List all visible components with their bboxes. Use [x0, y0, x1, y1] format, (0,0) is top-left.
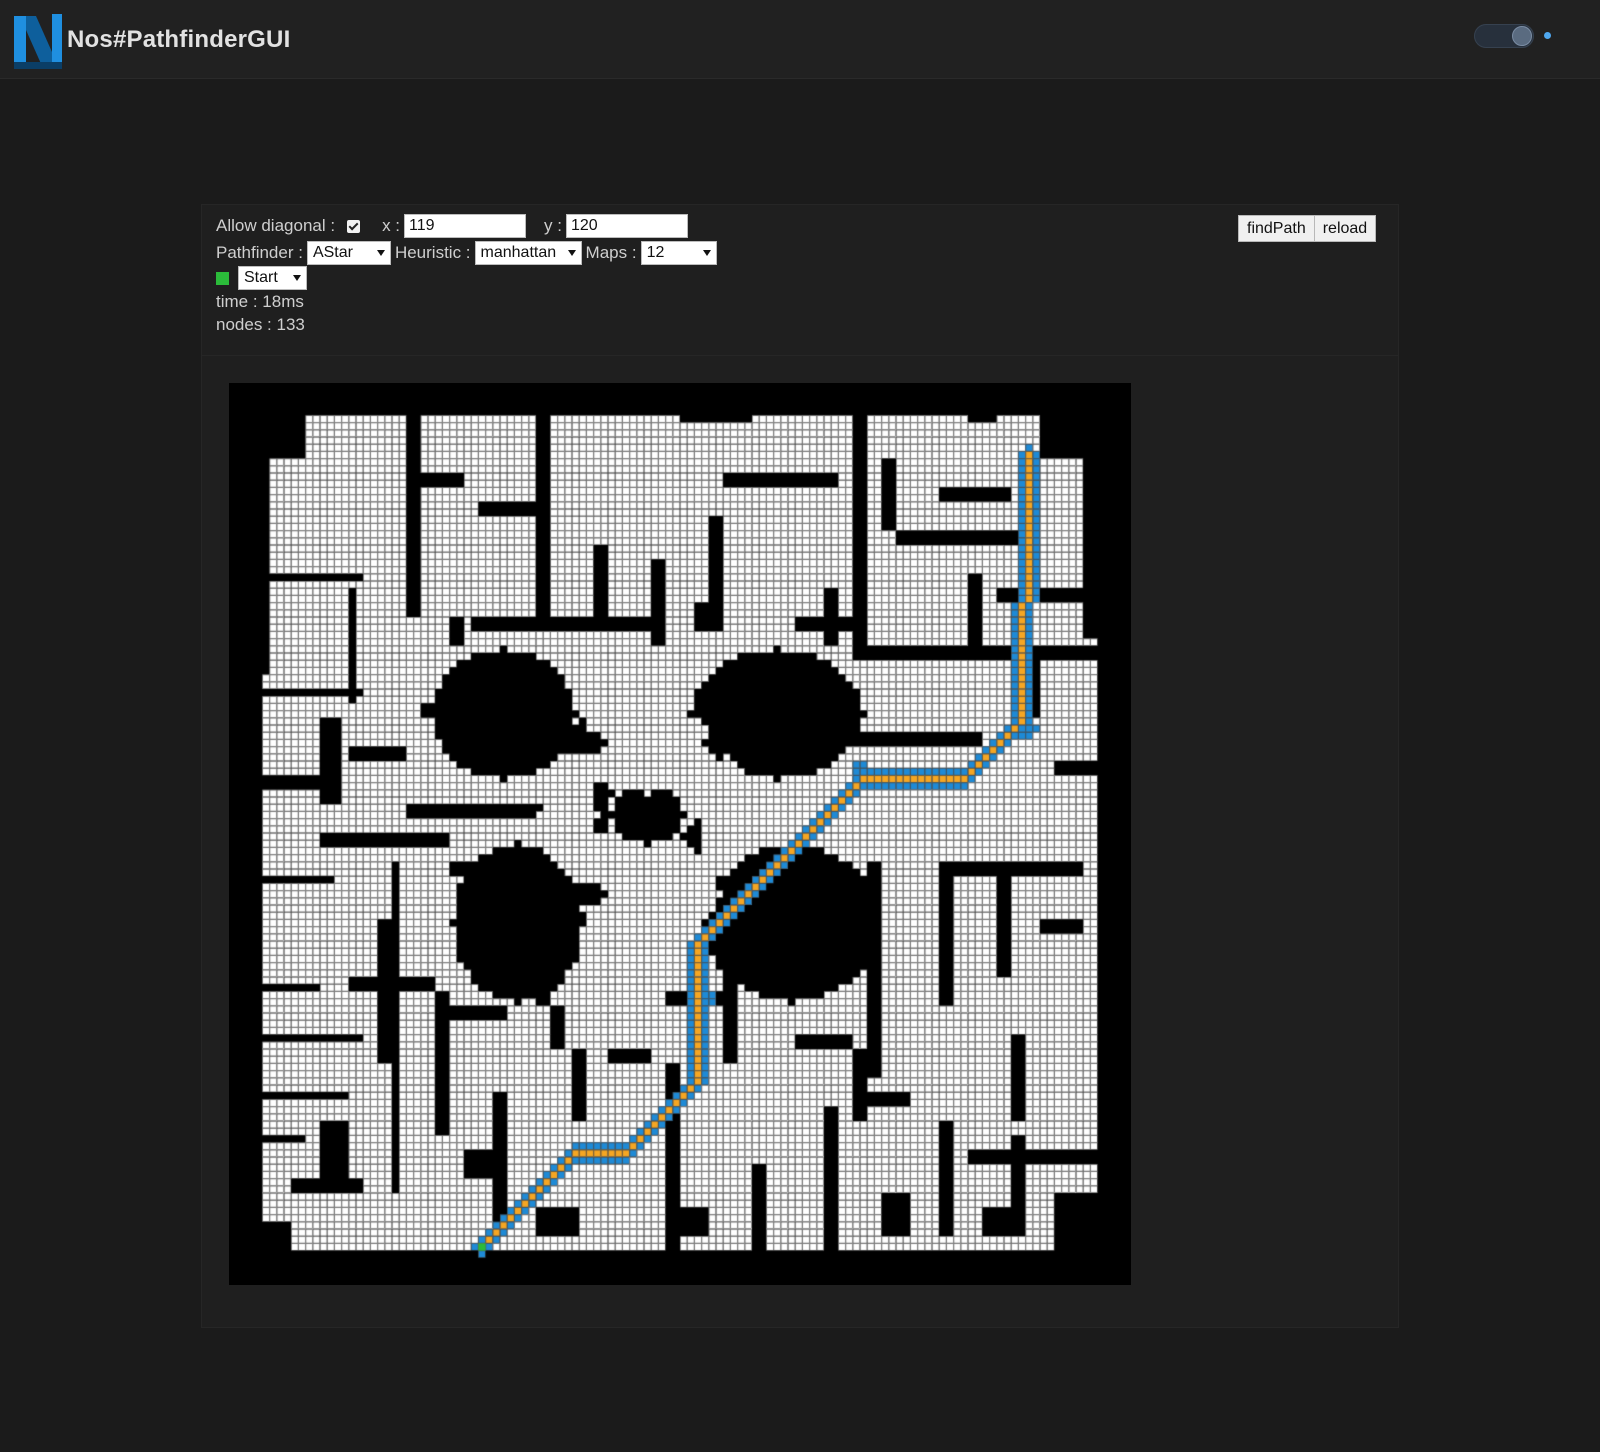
- chevron-down-icon: [293, 275, 301, 281]
- chevron-down-icon: [376, 250, 385, 256]
- start-color-swatch: [216, 271, 229, 285]
- row-algorithm: Pathfinder : AStar Heuristic : manhattan…: [216, 241, 717, 265]
- y-input[interactable]: [565, 214, 688, 238]
- pathfinder-select[interactable]: AStar: [306, 241, 391, 265]
- time-stat: time : 18ms: [216, 290, 304, 314]
- mode-value: Start: [244, 269, 278, 286]
- map-grid-canvas[interactable]: [229, 383, 1131, 1285]
- find-path-button[interactable]: findPath: [1238, 215, 1315, 242]
- maps-label: Maps :: [585, 243, 637, 262]
- allow-diagonal-checkbox[interactable]: [347, 219, 361, 233]
- x-label: x :: [382, 216, 401, 235]
- chevron-down-icon: [702, 250, 711, 256]
- pathfinder-panel: Allow diagonal : x : y : Pathfinder : AS…: [201, 204, 1399, 1328]
- maps-value: 12: [646, 244, 665, 261]
- nodes-text: nodes : 133: [216, 315, 305, 334]
- time-text: time : 18ms: [216, 292, 304, 311]
- controls-area: Allow diagonal : x : y : Pathfinder : AS…: [202, 205, 1398, 356]
- reload-button[interactable]: reload: [1314, 215, 1377, 242]
- row-diagonal-coords: Allow diagonal : x : y :: [216, 214, 688, 238]
- maps-select[interactable]: 12: [640, 241, 717, 265]
- heuristic-label: Heuristic :: [394, 243, 471, 262]
- allow-diagonal-label: Allow diagonal :: [216, 216, 336, 235]
- chevron-down-icon: [567, 250, 576, 256]
- action-buttons: findPath reload: [1238, 215, 1377, 242]
- toggle-knob: [1512, 26, 1532, 46]
- x-input[interactable]: [404, 214, 527, 238]
- y-label: y :: [544, 216, 562, 235]
- heuristic-value: manhattan: [480, 244, 557, 261]
- heuristic-select[interactable]: manhattan: [474, 241, 582, 265]
- pathfinder-value: AStar: [312, 244, 353, 261]
- mode-select[interactable]: Start: [238, 266, 307, 290]
- status-dot-icon: [1544, 32, 1551, 39]
- row-mode: Start: [216, 266, 307, 290]
- pathfinder-label: Pathfinder :: [216, 243, 303, 262]
- app-title: Nos#PathfinderGUI: [67, 26, 291, 53]
- app-logo: [14, 14, 62, 69]
- top-bar: Nos#PathfinderGUI: [0, 0, 1600, 79]
- theme-toggle[interactable]: [1474, 24, 1534, 48]
- nodes-stat: nodes : 133: [216, 313, 305, 337]
- map-view[interactable]: [229, 383, 1131, 1285]
